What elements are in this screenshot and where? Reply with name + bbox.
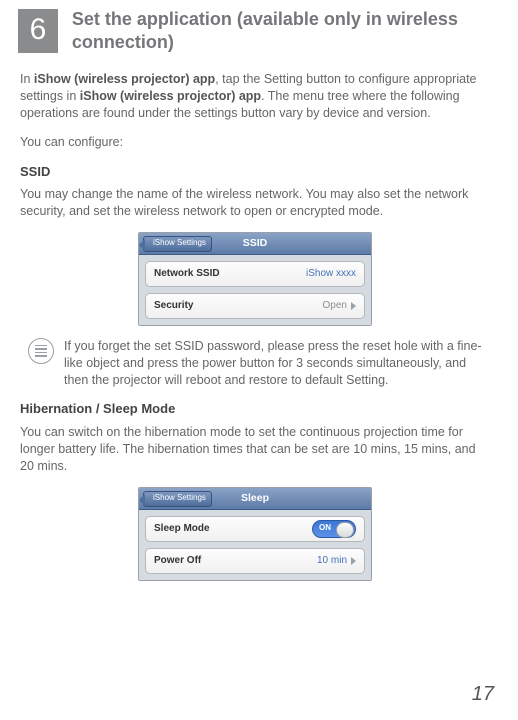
row-label: Network SSID: [154, 267, 220, 281]
row-value: Open: [323, 299, 356, 313]
row-value: iShow xxxx: [306, 267, 356, 281]
row-value: 10 min: [317, 554, 356, 568]
text: In: [20, 72, 34, 86]
content-area: In iShow (wireless projector) app, tap t…: [0, 63, 518, 581]
app-name: iShow (wireless projector) app: [80, 89, 261, 103]
panel-body: Network SSID iShow xxxx Security Open: [139, 255, 371, 325]
note-icon: [28, 338, 54, 364]
security-row[interactable]: Security Open: [145, 293, 365, 319]
value-text: 10 min: [317, 554, 347, 568]
power-off-row[interactable]: Power Off 10 min: [145, 548, 365, 574]
ssid-heading: SSID: [20, 163, 490, 181]
row-label: Sleep Mode: [154, 522, 210, 536]
note-text: If you forget the set SSID password, ple…: [64, 338, 490, 389]
network-ssid-row[interactable]: Network SSID iShow xxxx: [145, 261, 365, 287]
value-text: Open: [323, 299, 347, 313]
step-number-badge: 6: [18, 9, 58, 53]
page-number: 17: [472, 681, 494, 708]
chevron-right-icon: [351, 302, 356, 310]
panel-titlebar: iShow Settings SSID: [139, 233, 371, 255]
row-label: Security: [154, 299, 193, 313]
sleep-settings-panel: iShow Settings Sleep Sleep Mode ON Power…: [138, 487, 372, 581]
panel-title: SSID: [243, 236, 268, 250]
sleep-toggle[interactable]: ON: [312, 520, 356, 538]
chevron-right-icon: [351, 557, 356, 565]
panel-titlebar: iShow Settings Sleep: [139, 488, 371, 510]
sleep-description: You can switch on the hibernation mode t…: [20, 424, 490, 475]
back-button[interactable]: iShow Settings: [143, 236, 212, 252]
intro-paragraph-2: You can configure:: [20, 134, 490, 151]
section-title: Set the application (available only in w…: [72, 8, 518, 53]
panel-title: Sleep: [241, 491, 269, 505]
ssid-settings-panel: iShow Settings SSID Network SSID iShow x…: [138, 232, 372, 326]
section-header: 6 Set the application (available only in…: [0, 0, 518, 63]
panel-body: Sleep Mode ON Power Off 10 min: [139, 510, 371, 580]
intro-paragraph-1: In iShow (wireless projector) app, tap t…: [20, 71, 490, 122]
back-button[interactable]: iShow Settings: [143, 491, 212, 507]
sleep-mode-row[interactable]: Sleep Mode ON: [145, 516, 365, 542]
sleep-heading: Hibernation / Sleep Mode: [20, 400, 490, 418]
ssid-description: You may change the name of the wireless …: [20, 186, 490, 220]
ssid-note: If you forget the set SSID password, ple…: [20, 338, 490, 389]
row-label: Power Off: [154, 554, 201, 568]
app-name: iShow (wireless projector) app: [34, 72, 215, 86]
